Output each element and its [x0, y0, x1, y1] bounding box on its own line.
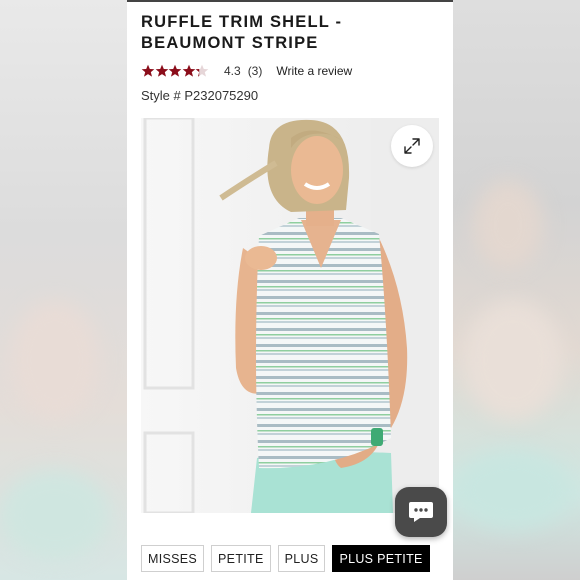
rating-row: 4.3 (3) Write a review [141, 62, 352, 80]
size-option-plus-petite[interactable]: PLUS PETITE [332, 545, 430, 572]
style-number: Style # P232075290 [141, 88, 259, 103]
product-title: RUFFLE TRIM SHELL - BEAUMONT STRIPE [141, 12, 441, 54]
rating-count: (3) [247, 64, 263, 78]
expand-arrows-icon [404, 138, 420, 154]
rating-star-icon [141, 64, 155, 78]
rating-star-icon [155, 64, 169, 78]
model-photo [141, 118, 439, 513]
size-option-petite[interactable]: PETITE [211, 545, 271, 572]
size-selector: MISSES PETITE PLUS PLUS PETITE [141, 545, 430, 572]
top-divider [127, 0, 453, 2]
size-option-plus[interactable]: PLUS [277, 545, 326, 572]
backdrop-right [453, 0, 580, 580]
product-panel: RUFFLE TRIM SHELL - BEAUMONT STRIPE 4.3 … [127, 0, 453, 580]
product-title-line1: RUFFLE TRIM SHELL - [141, 13, 343, 31]
backdrop-left [0, 0, 127, 580]
rating-value: 4.3 [224, 64, 241, 78]
size-option-misses[interactable]: MISSES [141, 545, 205, 572]
chat-button[interactable] [395, 487, 447, 537]
chat-bubble-icon [409, 502, 433, 522]
write-review-link[interactable]: Write a review [276, 64, 352, 78]
expand-image-button[interactable] [391, 125, 433, 167]
rating-star-icon [195, 64, 209, 78]
rating-star-icon [182, 64, 196, 78]
product-image[interactable] [141, 118, 439, 513]
star-rating [141, 64, 209, 78]
product-title-line2: BEAUMONT STRIPE [141, 34, 319, 52]
rating-star-icon [168, 64, 182, 78]
